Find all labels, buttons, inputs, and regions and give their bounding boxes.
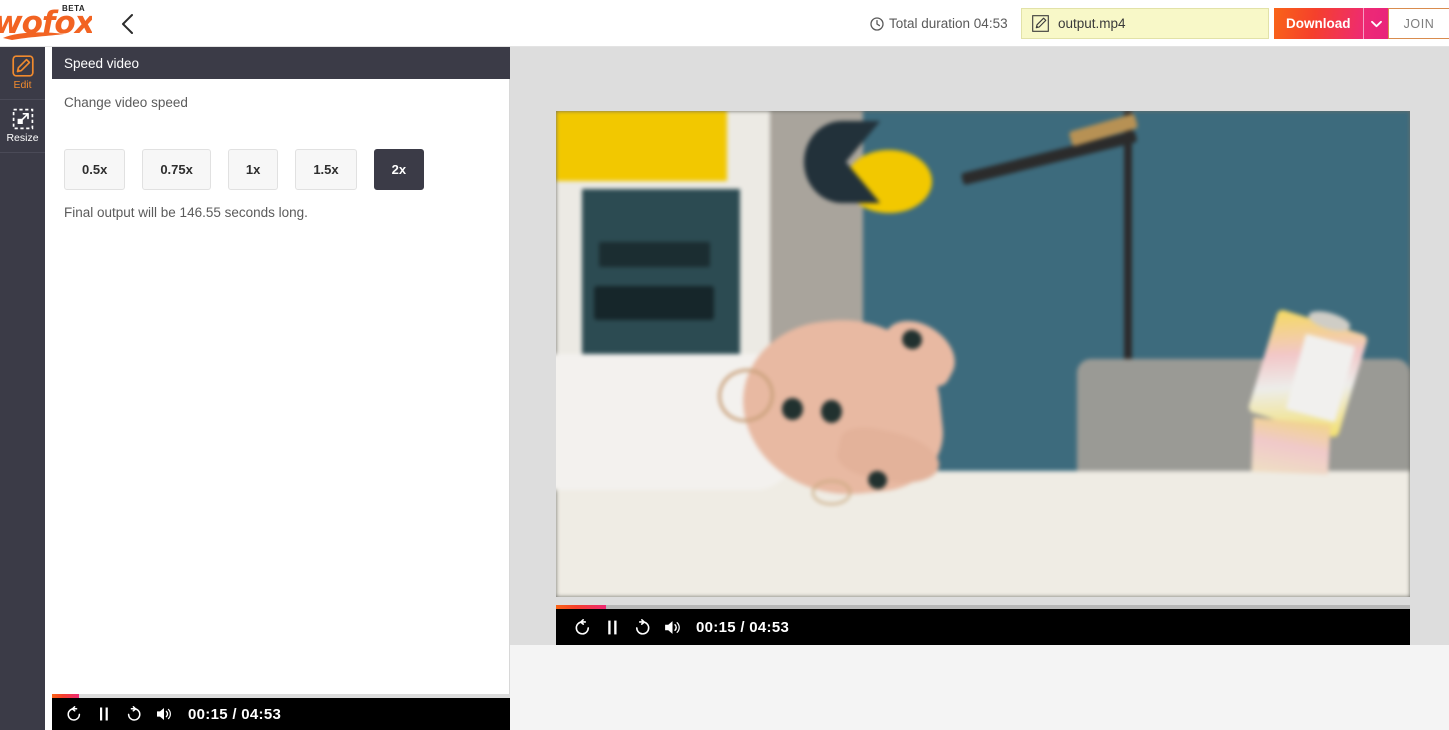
- back-button[interactable]: [112, 8, 144, 40]
- sidebar-item-edit-label: Edit: [13, 79, 32, 92]
- chevron-down-icon: [1370, 20, 1382, 27]
- download-button[interactable]: Download: [1274, 8, 1363, 39]
- pencil-edit-icon: [1032, 15, 1049, 32]
- clock-icon: [870, 16, 884, 31]
- change-speed-label: Change video speed: [64, 95, 188, 110]
- app-root: wofox BETA Total duration 04:53 output.m…: [0, 0, 1449, 730]
- video-scene: [556, 111, 1410, 597]
- beta-badge: BETA: [62, 4, 86, 13]
- main-player-time: 00:15 / 04:53: [696, 618, 790, 636]
- panel-player-time: 00:15 / 04:53: [188, 705, 282, 723]
- video-stage: 00:15 / 04:53: [510, 47, 1449, 645]
- left-icon-rail: Edit Resize: [0, 47, 45, 730]
- download-dropdown-button[interactable]: [1362, 8, 1389, 39]
- final-output-note: Final output will be 146.55 seconds long…: [64, 205, 308, 220]
- panel-title: Speed video: [52, 47, 510, 79]
- scene-shelf-object-2: [594, 285, 714, 320]
- pencil-square-icon: [11, 55, 34, 77]
- rewind-10-icon[interactable]: [572, 617, 592, 637]
- pause-icon[interactable]: [94, 704, 114, 724]
- scene-ring: [812, 480, 851, 505]
- volume-on-icon[interactable]: [154, 704, 174, 724]
- resize-arrow-icon: [12, 109, 33, 130]
- main-player-bar: 00:15 / 04:53: [556, 609, 1410, 645]
- speed-option-2x[interactable]: 2x: [373, 149, 425, 190]
- top-header-bar: wofox BETA Total duration 04:53 output.m…: [0, 0, 1449, 47]
- sidebar-item-edit[interactable]: Edit: [0, 47, 45, 100]
- speed-option-0_75x[interactable]: 0.75x: [142, 149, 211, 190]
- speed-options-row: 0.5x 0.75x 1x 1.5x 2x: [64, 149, 425, 190]
- forward-10-icon[interactable]: [124, 704, 144, 724]
- speed-option-0_5x[interactable]: 0.5x: [64, 149, 126, 190]
- scene-yellow-poster: [556, 111, 727, 182]
- panel-video-player-controls: 00:15 / 04:53: [52, 694, 510, 730]
- scene-shelf-object-1: [598, 242, 710, 267]
- video-preview[interactable]: [556, 111, 1410, 597]
- join-button[interactable]: JOIN: [1388, 8, 1449, 39]
- volume-on-icon[interactable]: [662, 617, 682, 637]
- sidebar-item-resize-label: Resize: [6, 132, 39, 145]
- forward-10-icon[interactable]: [632, 617, 652, 637]
- pause-icon[interactable]: [602, 617, 622, 637]
- speed-option-1x[interactable]: 1x: [227, 149, 279, 190]
- chevron-left-icon: [122, 14, 133, 34]
- rewind-10-icon[interactable]: [64, 704, 84, 724]
- total-duration-label: Total duration 04:53: [889, 15, 1008, 31]
- panel-body: Change video speed 0.5x 0.75x 1x 1.5x 2x…: [45, 79, 510, 697]
- sidebar-item-resize[interactable]: Resize: [0, 100, 45, 153]
- filename-value: output.mp4: [1058, 16, 1126, 31]
- video-container: [556, 111, 1410, 611]
- panel-player-bar: 00:15 / 04:53: [52, 698, 510, 730]
- logo-swoosh-icon: [3, 32, 64, 40]
- stage-lower-area: [510, 645, 1449, 730]
- total-duration: Total duration 04:53: [862, 9, 1016, 38]
- scene-nail-1: [782, 397, 803, 421]
- filename-field[interactable]: output.mp4: [1021, 8, 1269, 39]
- download-button-group: Download: [1274, 8, 1389, 39]
- speed-video-panel: Speed video Change video speed 0.5x 0.75…: [45, 47, 510, 697]
- main-video-player-controls: 00:15 / 04:53: [556, 605, 1410, 645]
- wofox-logo[interactable]: wofox BETA: [0, 0, 92, 46]
- speed-option-1_5x[interactable]: 1.5x: [295, 149, 357, 190]
- scene-couch: [1076, 358, 1410, 471]
